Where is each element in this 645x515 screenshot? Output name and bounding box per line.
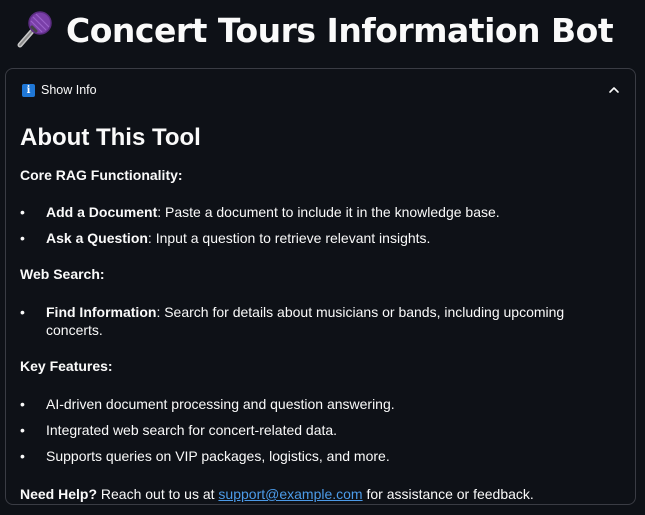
item-title: Find Information bbox=[46, 304, 157, 320]
list-item: • Find Information: Search for details ab… bbox=[20, 304, 565, 338]
page-title: Concert Tours Information Bot bbox=[66, 10, 614, 50]
core-heading: Core RAG Functionality: bbox=[20, 167, 183, 183]
support-email-link[interactable]: support@example.com bbox=[218, 486, 362, 502]
title-row: Concert Tours Information Bot bbox=[12, 4, 614, 56]
list-item: • Integrated web search for concert-relat… bbox=[20, 422, 338, 438]
item-text: : Input a question to retrieve relevant … bbox=[147, 230, 431, 246]
info-icon: i bbox=[22, 83, 35, 97]
section-heading: About This Tool bbox=[20, 124, 201, 151]
item-text: : Paste a document to include it in the … bbox=[157, 204, 500, 220]
app-root: Concert Tours Information Bot i Show Inf… bbox=[0, 0, 645, 515]
list-item: • Supports queries on VIP packages, logis… bbox=[20, 448, 390, 464]
help-prefix: Reach out to us at bbox=[97, 486, 219, 502]
item-text: Supports queries on VIP packages, logist… bbox=[46, 448, 390, 464]
help-suffix: for assistance or feedback. bbox=[362, 486, 534, 502]
item-title: Ask a Question bbox=[46, 230, 148, 246]
microphone-icon bbox=[17, 11, 52, 48]
list-item: • Add a Document: Paste a document to inc… bbox=[20, 204, 500, 220]
item-title: Add a Document bbox=[46, 204, 158, 220]
info-expander: i Show Info About This Tool Core RAG Fun… bbox=[5, 68, 636, 505]
help-title: Need Help? bbox=[20, 486, 98, 502]
help-line: Need Help? Reach out to us at support@ex… bbox=[20, 485, 621, 503]
list-item: • Ask a Question: Input a question to ret… bbox=[20, 230, 431, 246]
features-heading: Key Features: bbox=[20, 358, 113, 374]
chevron-up-icon[interactable] bbox=[607, 83, 621, 97]
list-item: • AI-driven document processing and quest… bbox=[20, 396, 395, 412]
expander-content: About This Tool Core RAG Functionality: … bbox=[6, 123, 635, 503]
web-list: • Find Information: Search for details ab… bbox=[20, 303, 621, 339]
features-list: • AI-driven document processing and quest… bbox=[20, 395, 621, 465]
core-list: • Add a Document: Paste a document to inc… bbox=[20, 203, 621, 247]
web-heading: Web Search: bbox=[20, 266, 105, 282]
item-text: AI-driven document processing and questi… bbox=[46, 396, 395, 412]
expander-label: Show Info bbox=[41, 83, 97, 97]
item-text: Integrated web search for concert-relate… bbox=[46, 422, 338, 438]
expander-toggle[interactable]: i Show Info bbox=[6, 69, 635, 111]
